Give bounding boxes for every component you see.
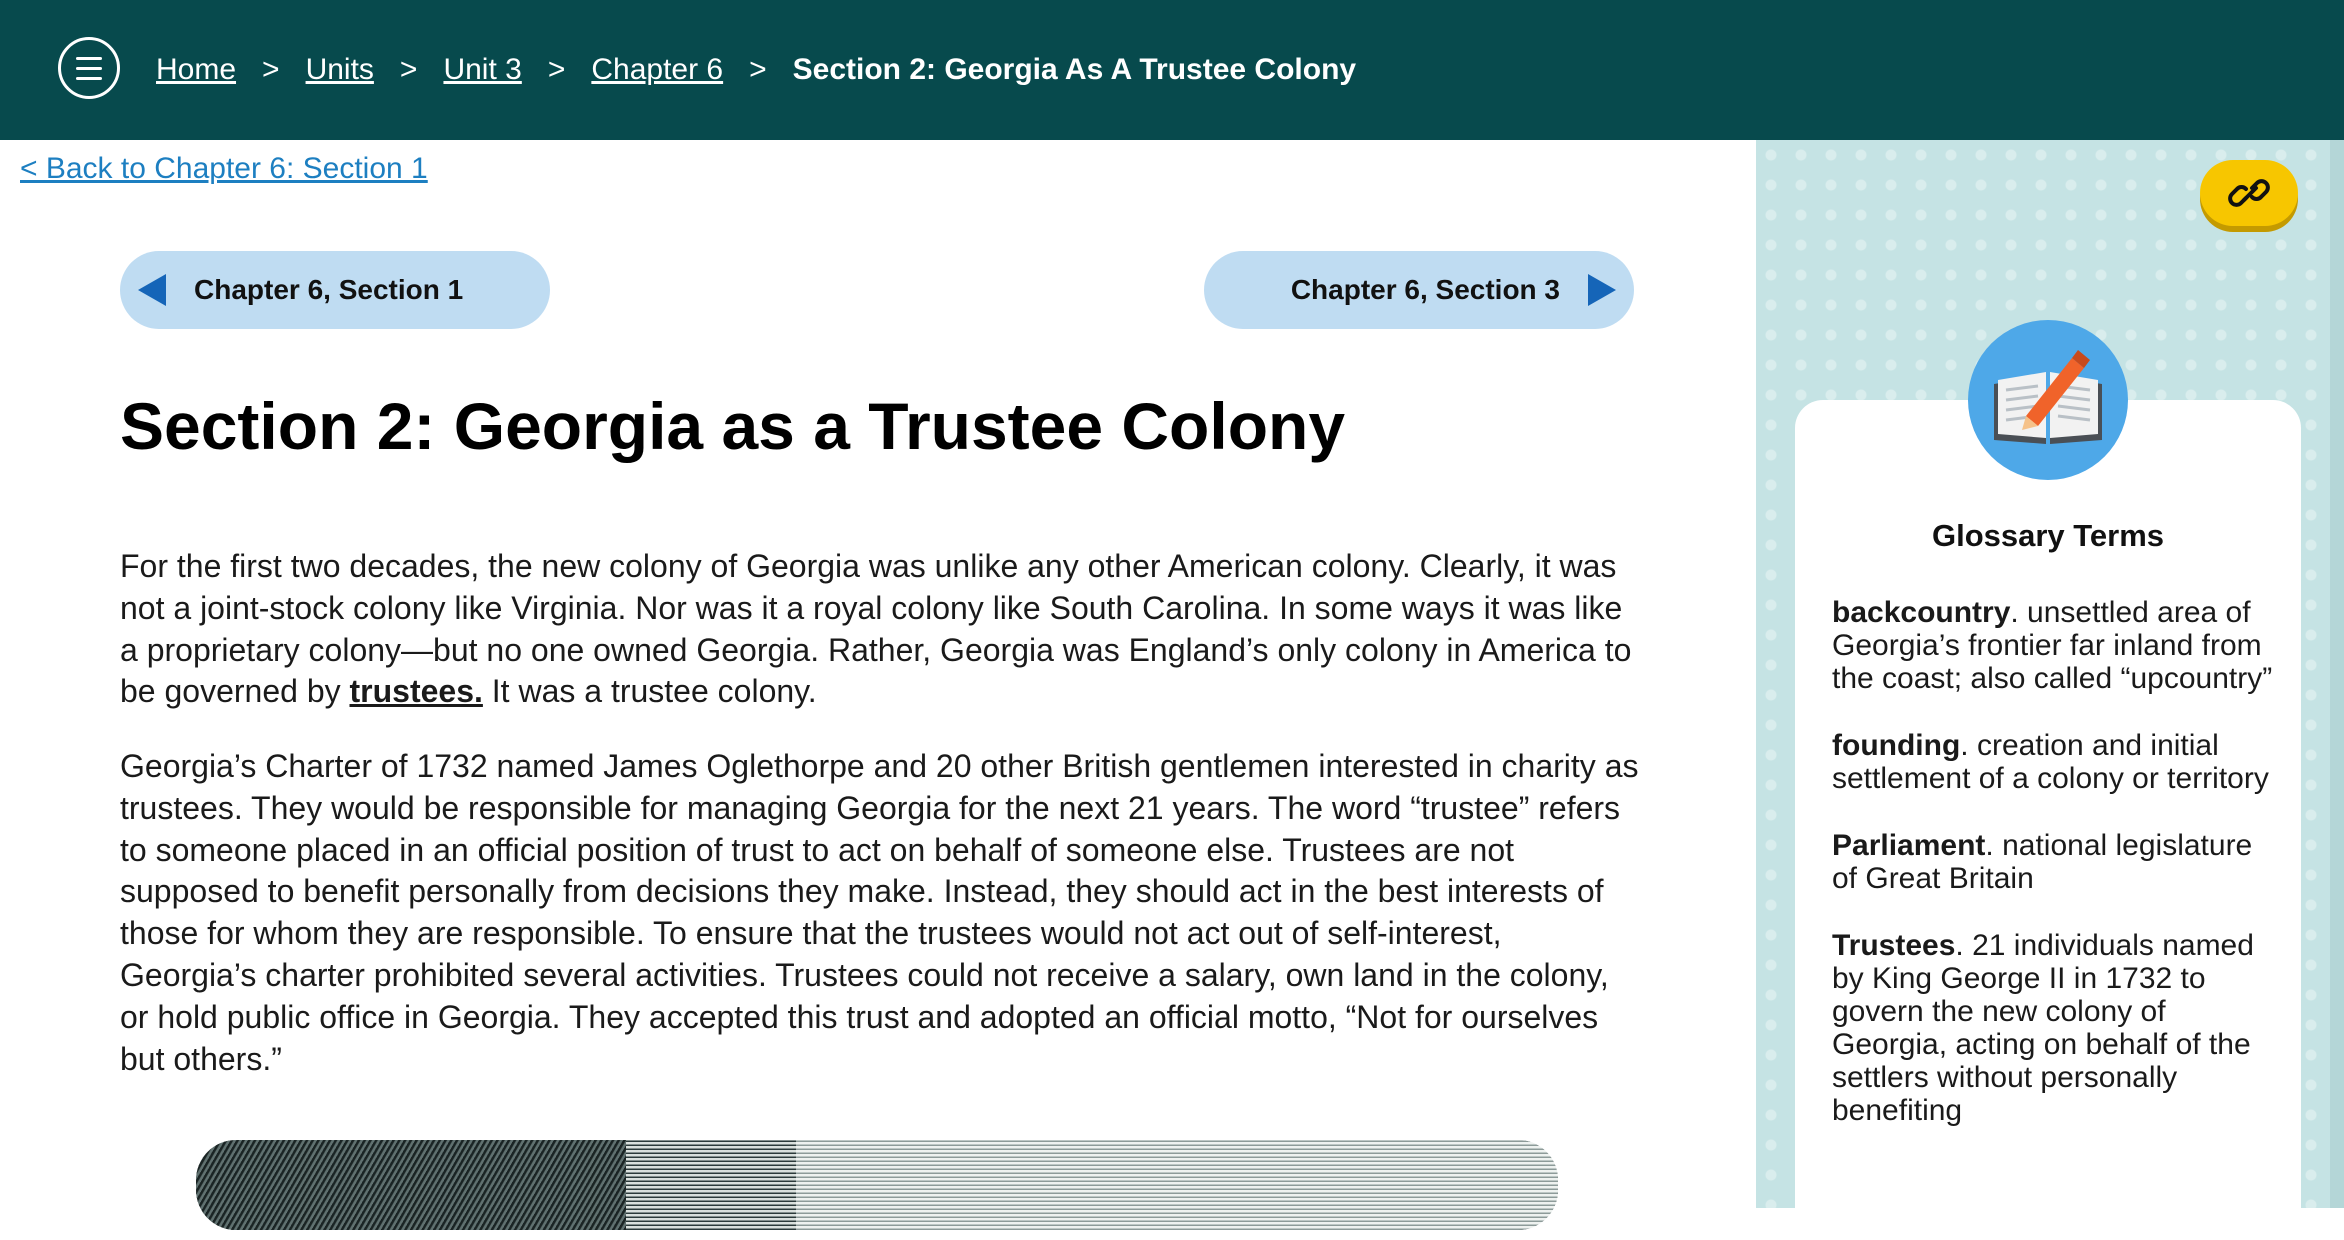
menu-line-icon xyxy=(76,57,102,60)
menu-line-icon xyxy=(76,77,102,80)
glossary-title: Glossary Terms xyxy=(1931,518,2165,553)
breadcrumb-unit-link[interactable]: Unit 3 xyxy=(443,53,521,87)
previous-section-label: Chapter 6, Section 1 xyxy=(194,274,464,305)
open-book-pencil-icon xyxy=(1968,320,2128,480)
breadcrumb-separator: > xyxy=(399,53,418,86)
glossary-entry: founding. creation and initial settlemen… xyxy=(1832,729,2282,795)
chain-link-icon xyxy=(2228,179,2270,207)
breadcrumb-chapter-link[interactable]: Chapter 6 xyxy=(591,53,723,87)
glossary-term: founding xyxy=(1832,729,1961,762)
arrow-left-icon xyxy=(138,274,166,306)
glossary-entry: Trustees. 21 individuals named by King G… xyxy=(1832,929,2282,1127)
breadcrumb-current-page: Section 2: Georgia As A Trustee Colony xyxy=(792,53,1357,86)
glossary-term: backcountry xyxy=(1832,596,2011,629)
glossary-entry: Parliament. national legislature of Grea… xyxy=(1832,829,2282,895)
glossary-term: Trustees xyxy=(1832,929,1956,962)
copy-link-button[interactable] xyxy=(2200,160,2298,226)
glossary-entry: backcountry. unsettled area of Georgia’s… xyxy=(1832,596,2282,695)
menu-line-icon xyxy=(76,67,102,70)
breadcrumb-separator: > xyxy=(749,53,767,86)
top-navigation-bar: Home > Units > Unit 3 > Chapter 6 > Sect… xyxy=(0,0,2344,140)
breadcrumb-home-link[interactable]: Home xyxy=(156,53,236,87)
breadcrumb-separator: > xyxy=(547,53,566,86)
engraving-dark-area xyxy=(196,1140,626,1230)
next-section-label: Chapter 6, Section 3 xyxy=(1290,274,1560,305)
breadcrumb-separator: > xyxy=(262,53,280,86)
previous-section-button[interactable]: Chapter 6, Section 1 xyxy=(120,251,550,329)
arrow-right-icon xyxy=(1588,274,1616,306)
breadcrumb: Home > Units > Unit 3 > Chapter 6 > Sect… xyxy=(156,48,1356,92)
glossary-term-link[interactable]: trustees. xyxy=(350,673,483,709)
glossary-term: Parliament xyxy=(1832,829,1986,862)
paragraph-text: It was a trustee colony. xyxy=(482,673,817,710)
hamburger-menu-button[interactable] xyxy=(58,37,120,99)
back-to-previous-section-link[interactable]: < Back to Chapter 6: Section 1 xyxy=(20,152,428,186)
charter-paragraph: Georgia’s Charter of 1732 named James Og… xyxy=(120,748,1639,1077)
engraving-light-area xyxy=(796,1140,1558,1230)
next-section-button[interactable]: Chapter 6, Section 3 xyxy=(1204,251,1634,329)
glossary-list: backcountry. unsettled area of Georgia’s… xyxy=(1832,596,2282,1161)
paragraph-text: For the first two decades, the new colon… xyxy=(120,548,1632,710)
breadcrumb-units-link[interactable]: Units xyxy=(306,53,374,87)
intro-paragraph: For the first two decades, the new colon… xyxy=(120,546,1640,713)
sidebar-scrollbar[interactable] xyxy=(2330,140,2344,1208)
historical-engraving-image xyxy=(196,1140,1558,1230)
page-title: Section 2: Georgia as a Trustee Colony xyxy=(120,389,1346,463)
book-illustration xyxy=(1994,350,2102,444)
